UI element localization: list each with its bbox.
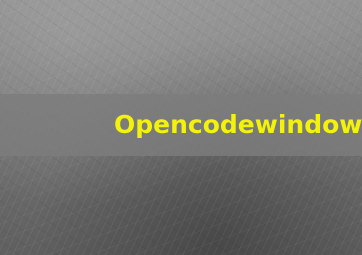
title-banner: Opencodewindows	[0, 94, 362, 156]
brushed-metal-background: Opencodewindows	[0, 0, 362, 255]
banner-title: Opencodewindows	[114, 110, 362, 139]
